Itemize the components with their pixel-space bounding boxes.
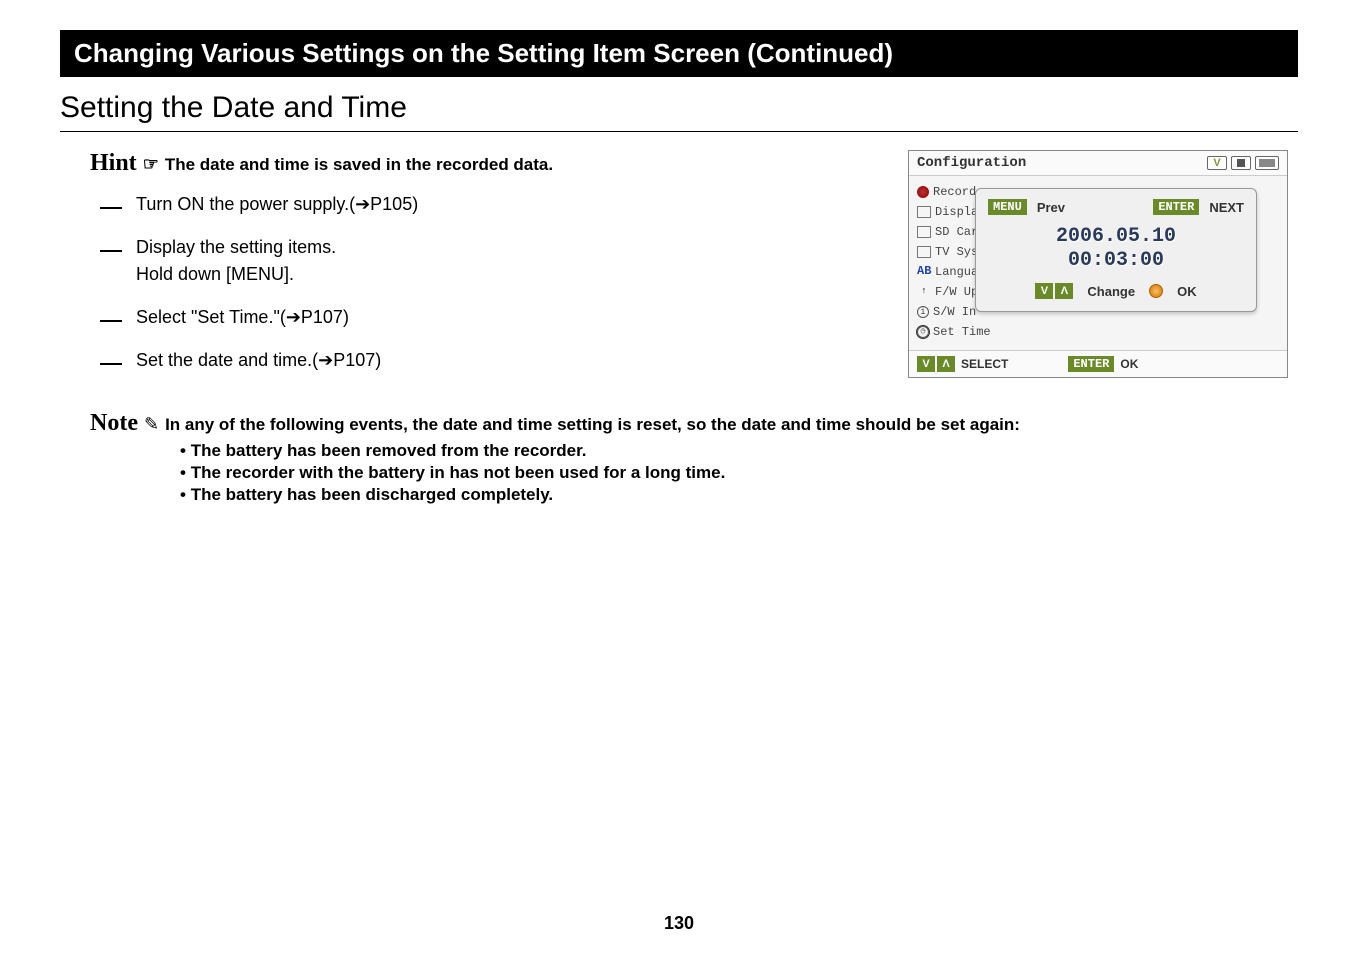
content-row: Hint ☞ The date and time is saved in the… (60, 150, 1298, 390)
upload-icon: ↑ (917, 286, 931, 298)
step-text: Display the setting items. Hold down [ME… (136, 234, 336, 288)
device-header-icons: V (1207, 156, 1279, 170)
note-bullet: The battery has been discharged complete… (180, 485, 1298, 505)
page-number: 130 (664, 913, 694, 934)
battery-icon (1255, 156, 1279, 170)
step-text: Set the date and time.(➔P107) (136, 347, 381, 374)
date-time-display: 2006.05.10 00:03:00 (988, 225, 1244, 273)
info-icon: i (917, 306, 929, 318)
device-body: Record Displa SD Car TV Sys ABLangua ↑F/… (909, 176, 1287, 350)
display-icon (917, 206, 931, 218)
note-text: In any of the following events, the date… (165, 415, 1020, 435)
device-header: Configuration V (909, 151, 1287, 176)
clock-icon: ◷ (917, 326, 929, 338)
hint-text: The date and time is saved in the record… (165, 155, 553, 175)
side-item-settime[interactable]: ◷Set Time (917, 322, 1279, 342)
ok-label: OK (1177, 284, 1197, 299)
step-2: Display the setting items. Hold down [ME… (100, 234, 868, 288)
v-indicator-icon: V (1207, 156, 1227, 170)
footer-select-group: V Λ SELECT (917, 356, 1008, 372)
note-bullets: The battery has been removed from the re… (180, 441, 1298, 505)
left-column: Hint ☞ The date and time is saved in the… (60, 150, 868, 390)
step-marker (100, 347, 122, 365)
down-icon: V (917, 356, 935, 372)
step-marker (100, 234, 122, 252)
up-down-buttons[interactable]: V Λ (1035, 283, 1073, 299)
section-subtitle: Setting the Date and Time (60, 91, 1298, 132)
hint-line: Hint ☞ The date and time is saved in the… (90, 150, 868, 177)
step-text: Turn ON the power supply.(➔P105) (136, 191, 418, 218)
footer-up-down-buttons[interactable]: V Λ (917, 356, 955, 372)
next-label: NEXT (1209, 200, 1244, 215)
note-block: Note ✎ In any of the following events, t… (90, 410, 1298, 505)
up-icon: Λ (937, 356, 955, 372)
footer-ok-label: OK (1120, 357, 1138, 371)
page-title-bar: Changing Various Settings on the Setting… (60, 30, 1298, 77)
tv-icon (917, 246, 931, 258)
select-label: SELECT (961, 357, 1008, 371)
right-column: Configuration V Record Displa SD Car TV … (908, 150, 1298, 390)
pointing-hand-icon: ☞ (143, 154, 159, 175)
date-value: 2006.05.10 (988, 225, 1244, 249)
step-marker (100, 304, 122, 322)
step-4: Set the date and time.(➔P107) (100, 347, 868, 374)
device-screenshot: Configuration V Record Displa SD Car TV … (908, 150, 1288, 378)
pencil-icon: ✎ (144, 414, 159, 435)
time-value: 00:03:00 (988, 249, 1244, 273)
footer-enter-button[interactable]: ENTER (1068, 356, 1114, 372)
language-icon: AB (917, 266, 931, 278)
record-icon (917, 186, 929, 198)
note-line: Note ✎ In any of the following events, t… (90, 410, 1298, 437)
up-icon: Λ (1055, 283, 1073, 299)
stop-indicator-icon (1231, 156, 1251, 170)
settime-popup: MENU Prev ENTER NEXT 2006.05.10 00:03:00… (975, 188, 1257, 312)
note-bullet: The recorder with the battery in has not… (180, 463, 1298, 483)
step-1: Turn ON the power supply.(➔P105) (100, 191, 868, 218)
sdcard-icon (917, 226, 931, 238)
note-label: Note (90, 410, 138, 437)
prev-label: Prev (1037, 200, 1065, 215)
change-label: Change (1087, 284, 1135, 299)
popup-action-row: V Λ Change OK (988, 283, 1244, 299)
footer-enter-group: ENTER OK (1068, 356, 1138, 372)
device-header-title: Configuration (917, 155, 1026, 171)
down-icon: V (1035, 283, 1053, 299)
popup-nav-row: MENU Prev ENTER NEXT (988, 199, 1244, 215)
step-marker (100, 191, 122, 209)
ok-rec-button[interactable] (1149, 284, 1163, 298)
step-text: Select "Set Time."(➔P107) (136, 304, 349, 331)
device-footer: V Λ SELECT ENTER OK (909, 350, 1287, 377)
enter-button[interactable]: ENTER (1153, 199, 1199, 215)
hint-label: Hint (90, 150, 137, 177)
note-bullet: The battery has been removed from the re… (180, 441, 1298, 461)
page-title: Changing Various Settings on the Setting… (74, 38, 893, 68)
menu-button[interactable]: MENU (988, 199, 1027, 215)
step-3: Select "Set Time."(➔P107) (100, 304, 868, 331)
